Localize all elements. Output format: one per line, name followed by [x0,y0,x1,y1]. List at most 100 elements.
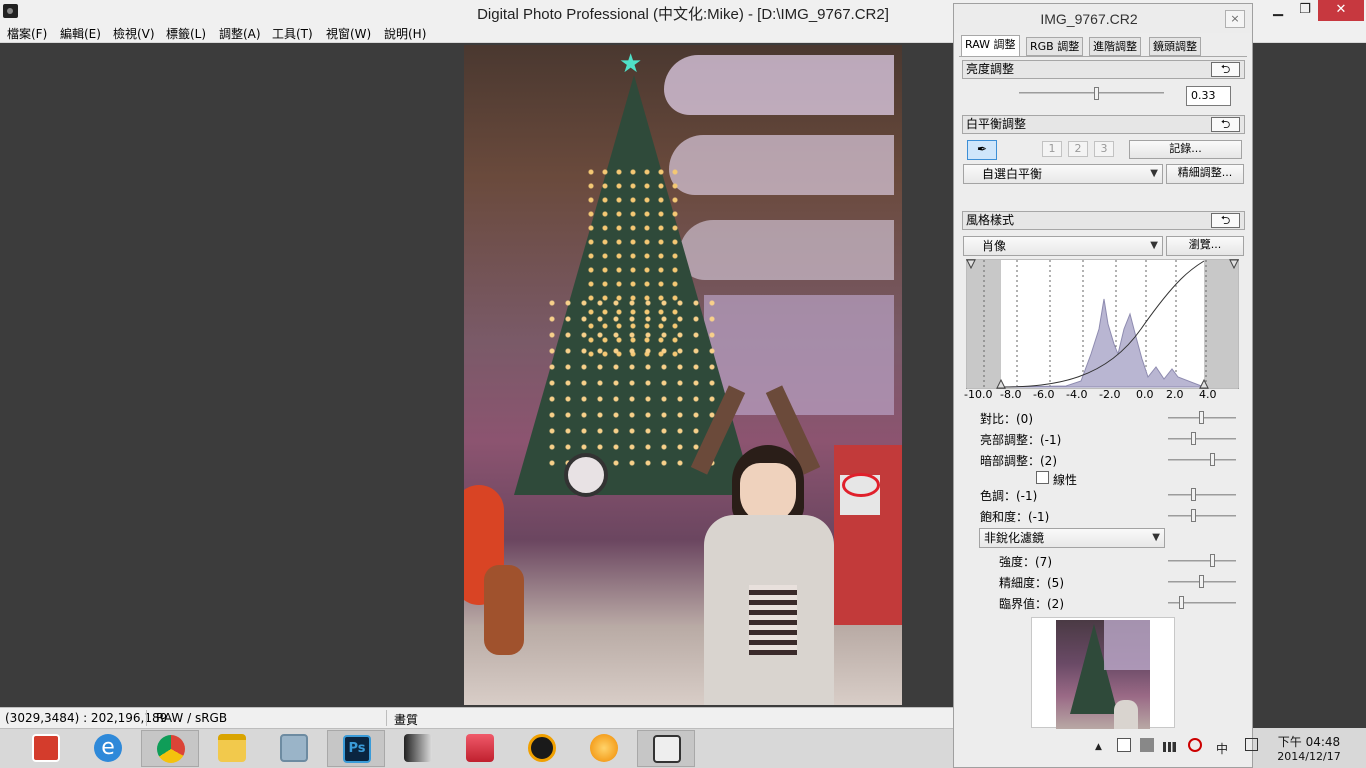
picture-style-reset-button[interactable]: ⮌ [1211,213,1240,228]
tab-raw-adjust[interactable]: RAW 調整 [961,35,1020,57]
taskbar-app[interactable] [637,730,695,767]
wb-record-button[interactable]: 記錄... [1129,140,1242,159]
menu-tools[interactable]: 工具(T) [272,25,313,42]
saturation-slider-thumb[interactable] [1190,509,1196,522]
strength-slider-thumb[interactable] [1209,554,1215,567]
tree-lights [544,295,724,475]
shadow-slider-track[interactable] [1168,459,1236,461]
axis-tick-label: -6.0 [1033,388,1055,401]
tab-divider [959,56,1247,57]
menu-help[interactable]: 說明(H) [384,25,426,42]
status-divider [146,710,147,726]
picture-style-dropdown[interactable]: 肖像 ▼ [963,236,1163,256]
navigator-thumbnail[interactable] [1056,620,1150,729]
action-center-icon[interactable] [1117,738,1131,752]
menu-adjust[interactable]: 調整(A) [219,25,261,42]
taskbar-app[interactable] [389,730,447,767]
taskbar-app[interactable]: Ps [327,730,385,767]
show-hidden-icons-button[interactable]: ▲ [1095,742,1102,752]
wb-fine-tune-button[interactable]: 精細調整... [1166,164,1244,184]
red-sign [834,445,902,625]
highlight-slider-track[interactable] [1168,438,1236,440]
clip-shade-right [1204,260,1238,388]
brightness-reset-button[interactable]: ⮌ [1211,62,1240,77]
axis-tick-label: -4.0 [1066,388,1088,401]
tone-curve-histogram[interactable] [966,259,1239,389]
wb-preset-1-button[interactable]: 1 [1042,141,1062,157]
wb-preset-3-button[interactable]: 3 [1094,141,1114,157]
menu-label[interactable]: 標籤(L) [166,25,206,42]
dpp-app-icon [653,735,681,763]
contrast-label: 對比：(0) [980,412,1033,426]
menu-file[interactable]: 檔案(F) [7,25,47,42]
clock-date[interactable]: 2014/12/17 [1274,750,1344,763]
file-explorer-icon [218,734,246,762]
threshold-slider-thumb[interactable] [1178,596,1184,609]
taskbar-app[interactable] [203,730,261,767]
tone-label: 色調：(-1) [980,489,1038,503]
palette-close-button[interactable]: × [1225,10,1245,28]
volume-muted-icon[interactable] [1188,738,1202,752]
quality-label: 畫質 [394,713,419,727]
close-button[interactable]: ✕ [1318,0,1364,21]
sharpen-mode-dropdown[interactable]: 非銳化濾鏡 ▼ [979,528,1165,548]
taskbar-app[interactable] [141,730,199,767]
network-adapter-icon[interactable] [1140,738,1154,752]
white-balance-reset-button[interactable]: ⮌ [1211,117,1240,132]
chevron-down-icon: ▼ [1152,532,1160,543]
tone-slider-track[interactable] [1168,494,1236,496]
photoshop-icon: Ps [343,735,371,763]
taskbar-app[interactable] [451,730,509,767]
woman-figure [484,565,524,655]
menu-edit[interactable]: 編輯(E) [60,25,101,42]
taskbar-app[interactable] [575,730,633,767]
sketch-app-icon [528,734,556,762]
image-workspace[interactable]: ★ [0,43,953,707]
photo-preview[interactable]: ★ [464,45,902,705]
tab-lens-adjust[interactable]: 鏡頭調整 [1149,37,1201,56]
keyboard-icon[interactable] [1245,738,1258,751]
saturation-slider-track[interactable] [1168,515,1236,517]
calculator-icon [280,734,308,762]
minimize-button[interactable]: ▁ [1263,0,1293,21]
highlight-slider-thumb[interactable] [1190,432,1196,445]
wb-preset-2-button[interactable]: 2 [1068,141,1088,157]
signal-strength-icon[interactable] [1163,742,1179,752]
menu-window[interactable]: 視窗(W) [326,25,371,42]
picture-style-header: 風格樣式 ⮌ [962,211,1245,230]
axis-tick-label: 2.0 [1166,388,1184,401]
brightness-title: 亮度調整 [966,62,1015,76]
eyedropper-button[interactable]: ✒ [967,140,997,160]
linear-checkbox[interactable] [1036,471,1049,484]
brightness-slider-track[interactable] [1019,92,1164,94]
portrait-app-icon [404,734,432,762]
brightness-value-field[interactable]: 0.33 [1186,86,1231,106]
shadow-slider-thumb[interactable] [1209,453,1215,466]
palette-title: IMG_9767.CR2 [1040,11,1138,27]
pixel-readout: (3029,3484) : 202,196,189 [5,711,168,725]
saturation-label: 飽和度：(-1) [980,510,1050,524]
tab-rgb-adjust[interactable]: RGB 調整 [1026,37,1084,56]
taskbar-app[interactable] [513,730,571,767]
wb-mode-value: 自選白平衡 [982,167,1043,181]
wb-mode-dropdown[interactable]: 自選白平衡 ▼ [963,164,1163,184]
taskbar-app[interactable] [17,730,75,767]
media-app-icon [466,734,494,762]
strength-slider-track[interactable] [1168,560,1236,562]
status-bar: (3029,3484) : 202,196,189 RAW / sRGB 畫質 [0,707,953,728]
picture-style-browse-button[interactable]: 瀏覽... [1166,236,1244,256]
axis-tick-label: -2.0 [1099,388,1121,401]
girl-face [740,463,796,523]
taskbar-app[interactable]: e [79,730,137,767]
ime-indicator[interactable]: 中 [1216,740,1228,757]
fineness-slider-thumb[interactable] [1199,575,1204,588]
contrast-slider-thumb[interactable] [1199,411,1204,424]
clock-time[interactable]: 下午 04:48 [1276,733,1342,750]
tab-advanced-adjust[interactable]: 進階調整 [1089,37,1141,56]
maximize-button[interactable]: ❐ [1290,0,1320,21]
menu-view[interactable]: 檢視(V) [113,25,155,42]
taskbar-app[interactable] [265,730,323,767]
thumbnail-building [1104,620,1150,670]
tone-slider-thumb[interactable] [1190,488,1196,501]
brightness-slider-thumb[interactable] [1094,87,1100,100]
